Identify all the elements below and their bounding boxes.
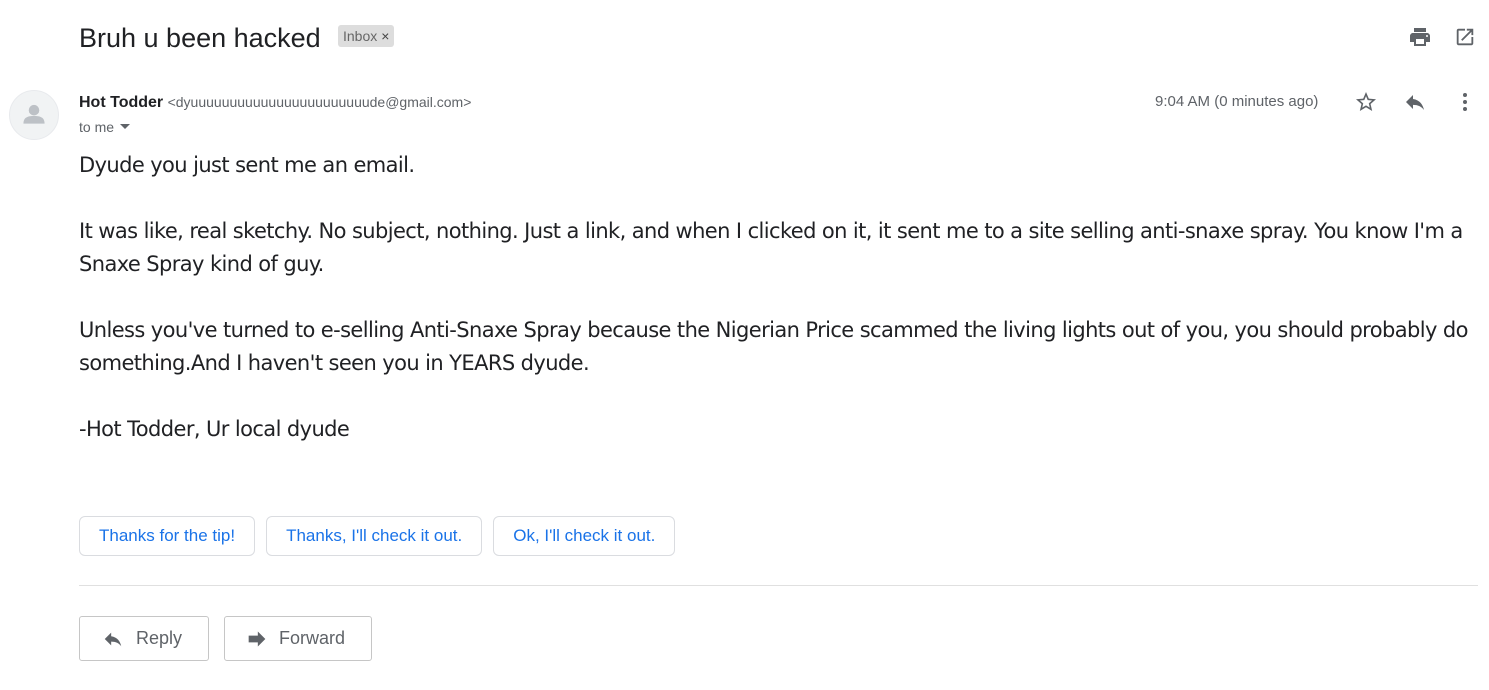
body-signature: -Hot Todder, Ur local dyude	[79, 417, 350, 441]
reply-icon	[104, 632, 122, 646]
body-paragraph: Dyude you just sent me an email.	[79, 153, 415, 177]
reply-button[interactable]: Reply	[79, 616, 210, 661]
reply-icon[interactable]	[1401, 88, 1429, 116]
divider	[79, 585, 1478, 586]
recipient-details-toggle[interactable]: to me	[79, 118, 131, 136]
inbox-label-text: Inbox	[343, 28, 378, 44]
smart-reply-button[interactable]: Ok, I'll check it out.	[493, 516, 676, 556]
forward-button[interactable]: Forward	[224, 616, 373, 661]
smart-reply-button[interactable]: Thanks for the tip!	[79, 516, 256, 556]
body-paragraph: Unless you've turned to e-selling Anti-S…	[79, 318, 1468, 375]
email-timestamp: 9:04 AM (0 minutes ago)	[1155, 93, 1319, 110]
default-avatar-icon	[9, 90, 59, 140]
open-in-new-window-icon[interactable]	[1452, 24, 1478, 50]
reply-forward-row: Reply Forward	[79, 616, 373, 661]
more-vert-icon[interactable]	[1451, 88, 1479, 116]
body-paragraph: It was like, real sketchy. No subject, n…	[79, 219, 1463, 276]
forward-icon	[248, 631, 266, 646]
dropdown-arrow-icon	[120, 124, 131, 129]
forward-button-label: Forward	[279, 628, 346, 648]
recipient-label: to me	[79, 119, 115, 135]
email-body: Dyude you just sent me an email. It was …	[79, 149, 1479, 479]
sender-line: Hot Todder <dyuuuuuuuuuuuuuuuuuuuuuuude@…	[79, 92, 471, 113]
reply-button-label: Reply	[136, 628, 183, 648]
sender-email: <dyuuuuuuuuuuuuuuuuuuuuuuude@gmail.com>	[167, 94, 472, 110]
print-icon[interactable]	[1407, 24, 1433, 50]
smart-reply-row: Thanks for the tip! Thanks, I'll check i…	[79, 516, 676, 556]
sender-name[interactable]: Hot Todder	[79, 94, 163, 111]
email-subject: Bruh u been hacked	[79, 23, 321, 53]
star-icon[interactable]	[1352, 88, 1380, 116]
remove-label-icon[interactable]: ×	[381, 25, 389, 47]
inbox-label-chip[interactable]: Inbox ×	[338, 25, 395, 47]
smart-reply-button[interactable]: Thanks, I'll check it out.	[266, 516, 483, 556]
